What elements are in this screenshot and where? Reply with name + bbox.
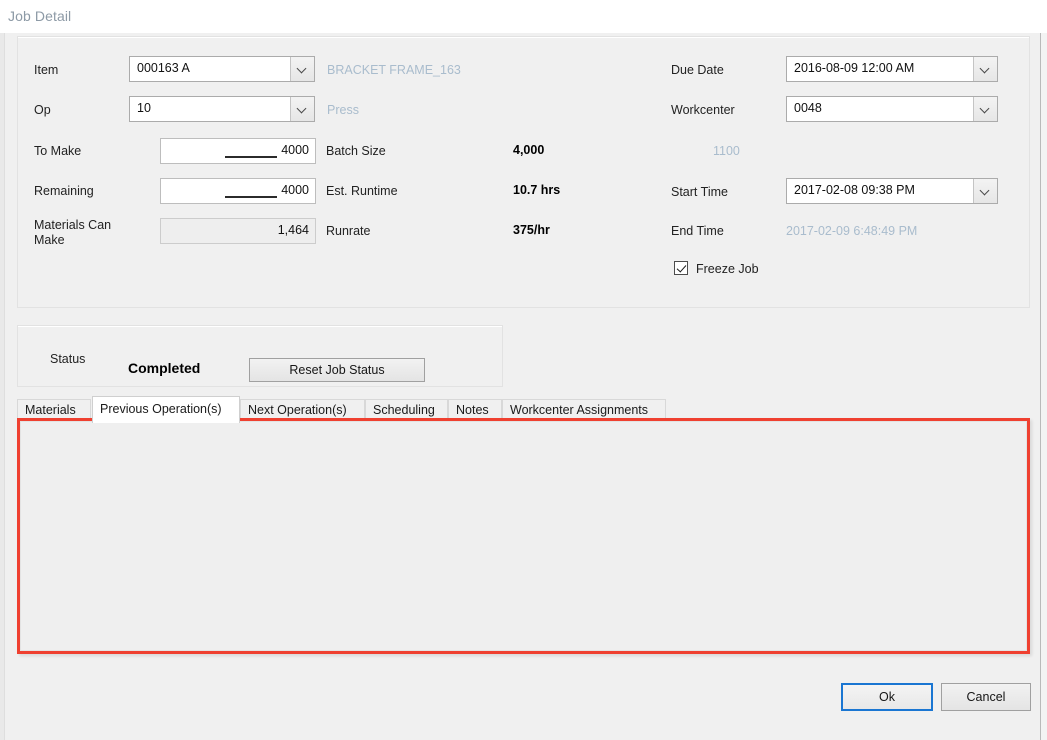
runrate-label: Runrate: [326, 224, 371, 238]
tab-next-operations[interactable]: Next Operation(s): [240, 399, 365, 420]
materials-can-make-label-line2: Make: [34, 233, 65, 247]
tab-notes-label: Notes: [456, 403, 489, 417]
tab-scheduling-label: Scheduling: [373, 403, 435, 417]
workcenter-description: 1100: [713, 144, 740, 158]
item-combobox-value: 000163 A: [137, 61, 190, 75]
due-date-picker[interactable]: 2016-08-09 12:00 AM: [786, 56, 998, 82]
item-label: Item: [34, 63, 59, 77]
to-make-input[interactable]: 4000: [160, 138, 316, 164]
to-make-value: 4000: [281, 143, 309, 157]
batch-size-label: Batch Size: [326, 144, 386, 158]
runrate-value: 375/hr: [513, 223, 550, 237]
to-make-label: To Make: [34, 144, 82, 158]
est-runtime-value: 10.7 hrs: [513, 183, 561, 197]
workcenter-combobox-dropdown-button[interactable]: [973, 97, 997, 121]
cancel-button[interactable]: Cancel: [941, 683, 1031, 711]
tab-next-operations-label: Next Operation(s): [248, 403, 347, 417]
tab-strip: Materials Previous Operation(s) Next Ope…: [17, 396, 1030, 423]
job-detail-window: Job Detail Item 000163 A BRACKET FRAME_1…: [0, 0, 1047, 740]
start-time-value: 2017-02-08 09:38 PM: [794, 183, 915, 197]
end-time-value: 2017-02-09 6:48:49 PM: [786, 224, 918, 238]
tab-notes[interactable]: Notes: [448, 399, 502, 420]
op-combobox-dropdown-button[interactable]: [290, 97, 314, 121]
tab-workcenter-assignments[interactable]: Workcenter Assignments: [502, 399, 666, 420]
op-combobox[interactable]: 10: [129, 96, 315, 122]
tab-content-inner-area: [20, 421, 1027, 651]
item-combobox[interactable]: 000163 A: [129, 56, 315, 82]
est-runtime-label: Est. Runtime: [326, 184, 398, 198]
item-description: BRACKET FRAME_163: [327, 63, 461, 77]
window-client-area: Item 000163 A BRACKET FRAME_163 Op 10 Pr…: [5, 33, 1040, 740]
op-combobox-value: 10: [137, 101, 151, 115]
status-label: Status: [50, 352, 86, 366]
end-time-label: End Time: [671, 224, 724, 238]
ok-button-label: Ok: [879, 690, 895, 704]
tab-materials-label: Materials: [25, 403, 76, 417]
due-date-value: 2016-08-09 12:00 AM: [794, 61, 915, 75]
to-make-edit-underline: [225, 156, 277, 158]
chevron-down-icon: [298, 65, 307, 70]
remaining-edit-underline: [225, 196, 277, 198]
chevron-down-icon: [298, 105, 307, 110]
chevron-down-icon: [981, 105, 990, 110]
chevron-down-icon: [981, 187, 990, 192]
op-description: Press: [327, 103, 359, 117]
tab-previous-operations[interactable]: Previous Operation(s): [92, 396, 240, 423]
tab-scheduling[interactable]: Scheduling: [365, 399, 448, 420]
workcenter-combobox[interactable]: 0048: [786, 96, 998, 122]
materials-can-make-input: 1,464: [160, 218, 316, 244]
start-time-picker[interactable]: 2017-02-08 09:38 PM: [786, 178, 998, 204]
item-combobox-dropdown-button[interactable]: [290, 57, 314, 81]
cancel-button-label: Cancel: [966, 690, 1006, 704]
remaining-input[interactable]: 4000: [160, 178, 316, 204]
workcenter-combobox-value: 0048: [794, 101, 822, 115]
tab-workcenter-assignments-label: Workcenter Assignments: [510, 403, 649, 417]
materials-can-make-label-line1: Materials Can: [34, 218, 112, 232]
tab-previous-operations-label: Previous Operation(s): [100, 402, 222, 416]
status-value: Completed: [128, 360, 201, 376]
remaining-value: 4000: [281, 183, 309, 197]
freeze-job-checkbox[interactable]: [674, 261, 688, 275]
window-titlebar: Job Detail: [0, 0, 1047, 34]
chevron-down-icon: [981, 65, 990, 70]
window-title: Job Detail: [8, 8, 72, 24]
job-detail-fields-panel: Item 000163 A BRACKET FRAME_163 Op 10 Pr…: [17, 36, 1030, 308]
op-label: Op: [34, 103, 51, 117]
start-time-label: Start Time: [671, 185, 728, 199]
workcenter-label: Workcenter: [671, 103, 735, 117]
window-right-edge: [1040, 33, 1047, 740]
materials-can-make-value: 1,464: [277, 223, 309, 237]
freeze-job-label: Freeze Job: [696, 262, 759, 276]
tab-content-previous-operations: [17, 418, 1030, 654]
ok-button[interactable]: Ok: [841, 683, 933, 711]
batch-size-value: 4,000: [513, 143, 545, 157]
tab-materials[interactable]: Materials: [17, 399, 91, 420]
remaining-label: Remaining: [34, 184, 94, 198]
reset-job-status-button[interactable]: Reset Job Status: [249, 358, 425, 382]
reset-job-status-button-label: Reset Job Status: [289, 363, 385, 377]
due-date-label: Due Date: [671, 63, 724, 77]
job-status-panel: Status Completed Reset Job Status: [17, 325, 503, 387]
due-date-dropdown-button[interactable]: [973, 57, 997, 81]
start-time-dropdown-button[interactable]: [973, 179, 997, 203]
